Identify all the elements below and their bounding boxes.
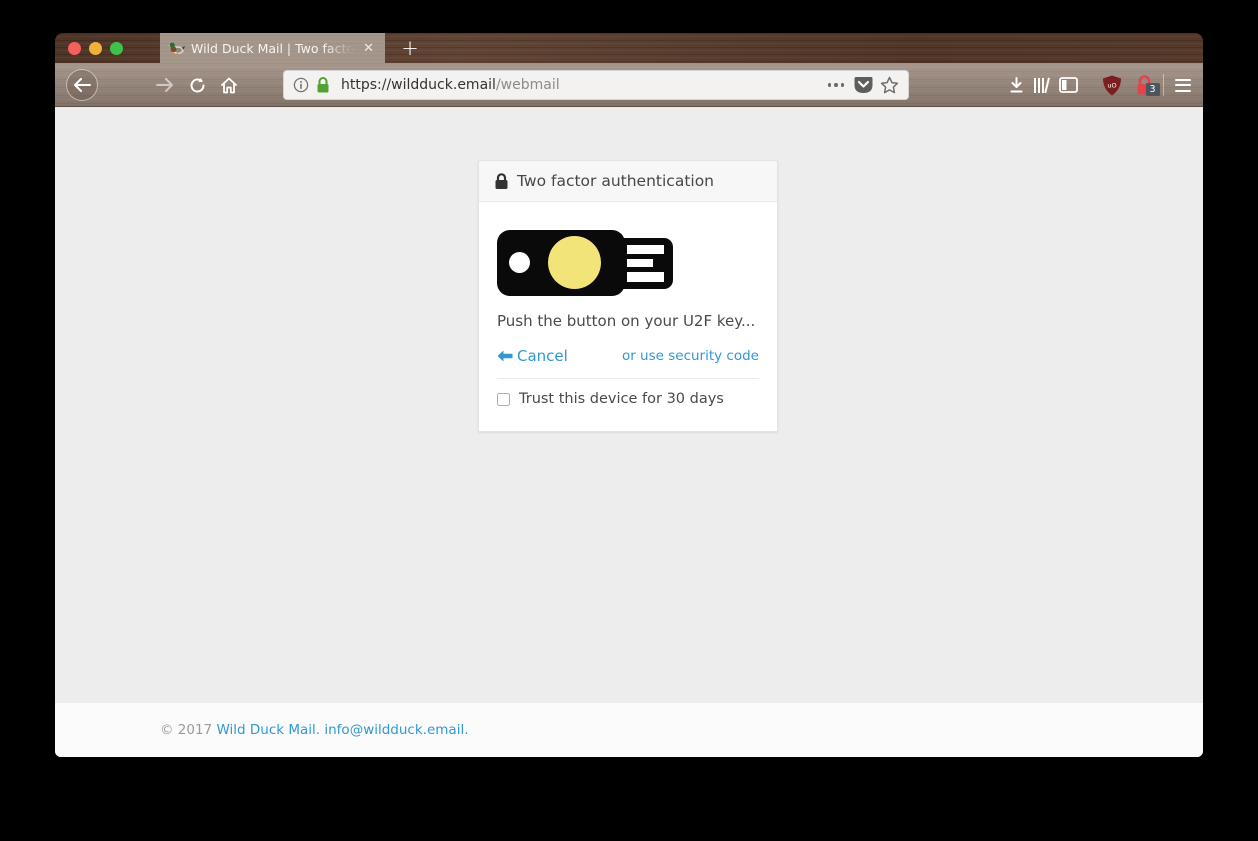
zoom-window-button[interactable] (110, 42, 123, 55)
trust-checkbox[interactable] (497, 393, 510, 406)
forward-button[interactable] (148, 63, 182, 107)
page-footer: © 2017 Wild Duck Mail. info@wildduck.ema… (55, 703, 1203, 757)
card-body: Push the button on your U2F key... Cance… (479, 202, 777, 431)
tab-title: Wild Duck Mail | Two factor aut (191, 41, 361, 56)
ublock-shield-icon: uO (1102, 75, 1122, 96)
navigation-toolbar: https://wildduck.email/webmail (55, 63, 1203, 107)
cancel-label: Cancel (517, 347, 568, 365)
tab-close-icon[interactable]: ✕ (361, 40, 376, 57)
site-link[interactable]: Wild Duck Mail. (216, 722, 320, 738)
ublock-extension-button[interactable]: uO (1097, 63, 1127, 107)
download-icon (1008, 77, 1025, 94)
two-factor-card: Two factor authentication Push the butto… (478, 160, 778, 432)
forward-icon (156, 78, 174, 92)
url-path: /webmail (496, 77, 560, 93)
u2f-key-image (497, 228, 673, 298)
browser-window: Wild Duck Mail | Two factor aut ✕ + (55, 33, 1203, 757)
extension-badge: 3 (1146, 83, 1160, 96)
menu-button[interactable] (1169, 63, 1197, 107)
card-title: Two factor authentication (517, 172, 714, 190)
bookmark-star-icon[interactable] (880, 76, 899, 94)
screenshot-stage: Wild Duck Mail | Two factor aut ✕ + (0, 0, 1258, 841)
left-arrow-icon (497, 350, 513, 362)
trust-device-row: Trust this device for 30 days (497, 391, 759, 407)
push-key-message: Push the button on your U2F key... (497, 312, 759, 330)
info-icon[interactable] (293, 77, 309, 93)
pocket-icon[interactable] (854, 76, 873, 94)
url-host: https://wildduck.email (341, 77, 496, 93)
page-content: Two factor authentication Push the butto… (55, 107, 1203, 757)
lock-icon (494, 173, 509, 190)
security-code-link[interactable]: or use security code (622, 348, 759, 364)
secure-lock-icon[interactable] (316, 77, 330, 94)
u2f-key-hole (509, 252, 530, 273)
menu-icon (1175, 79, 1191, 81)
home-icon (220, 77, 238, 94)
new-tab-button[interactable]: + (395, 33, 425, 63)
card-divider (497, 378, 759, 379)
reload-icon (189, 77, 206, 94)
back-button[interactable] (60, 63, 104, 107)
address-bar[interactable]: https://wildduck.email/webmail (283, 70, 909, 100)
sidebar-icon (1059, 77, 1078, 93)
tab-strip: Wild Duck Mail | Two factor aut ✕ + (55, 33, 1203, 63)
url-text: https://wildduck.email/webmail (341, 77, 560, 93)
home-button[interactable] (212, 63, 246, 107)
email-link[interactable]: info@wildduck.email. (324, 722, 468, 738)
toolbar-separator (1163, 74, 1164, 96)
back-icon (66, 69, 98, 101)
footer-text: © 2017 Wild Duck Mail. info@wildduck.ema… (160, 722, 469, 738)
cancel-link[interactable]: Cancel (497, 347, 568, 365)
macos-window-controls (68, 42, 123, 55)
reload-button[interactable] (180, 63, 214, 107)
ublock-label: uO (1107, 81, 1116, 89)
sidebar-button[interactable] (1053, 63, 1083, 107)
close-window-button[interactable] (68, 42, 81, 55)
minimize-window-button[interactable] (89, 42, 102, 55)
copyright-text: © 2017 (160, 722, 212, 738)
u2f-usb-connector (623, 238, 673, 289)
red-lock-icon: 3 (1134, 74, 1155, 96)
card-header: Two factor authentication (479, 161, 777, 202)
page-actions-icon[interactable] (825, 83, 848, 87)
links-row: Cancel or use security code (497, 347, 759, 365)
u2f-key-button (548, 236, 601, 289)
library-icon (1033, 77, 1051, 94)
duck-favicon-icon (168, 41, 185, 56)
trust-checkbox-label: Trust this device for 30 days (519, 391, 724, 407)
lock-extension-button[interactable]: 3 (1129, 63, 1159, 107)
active-tab[interactable]: Wild Duck Mail | Two factor aut ✕ (160, 33, 385, 63)
